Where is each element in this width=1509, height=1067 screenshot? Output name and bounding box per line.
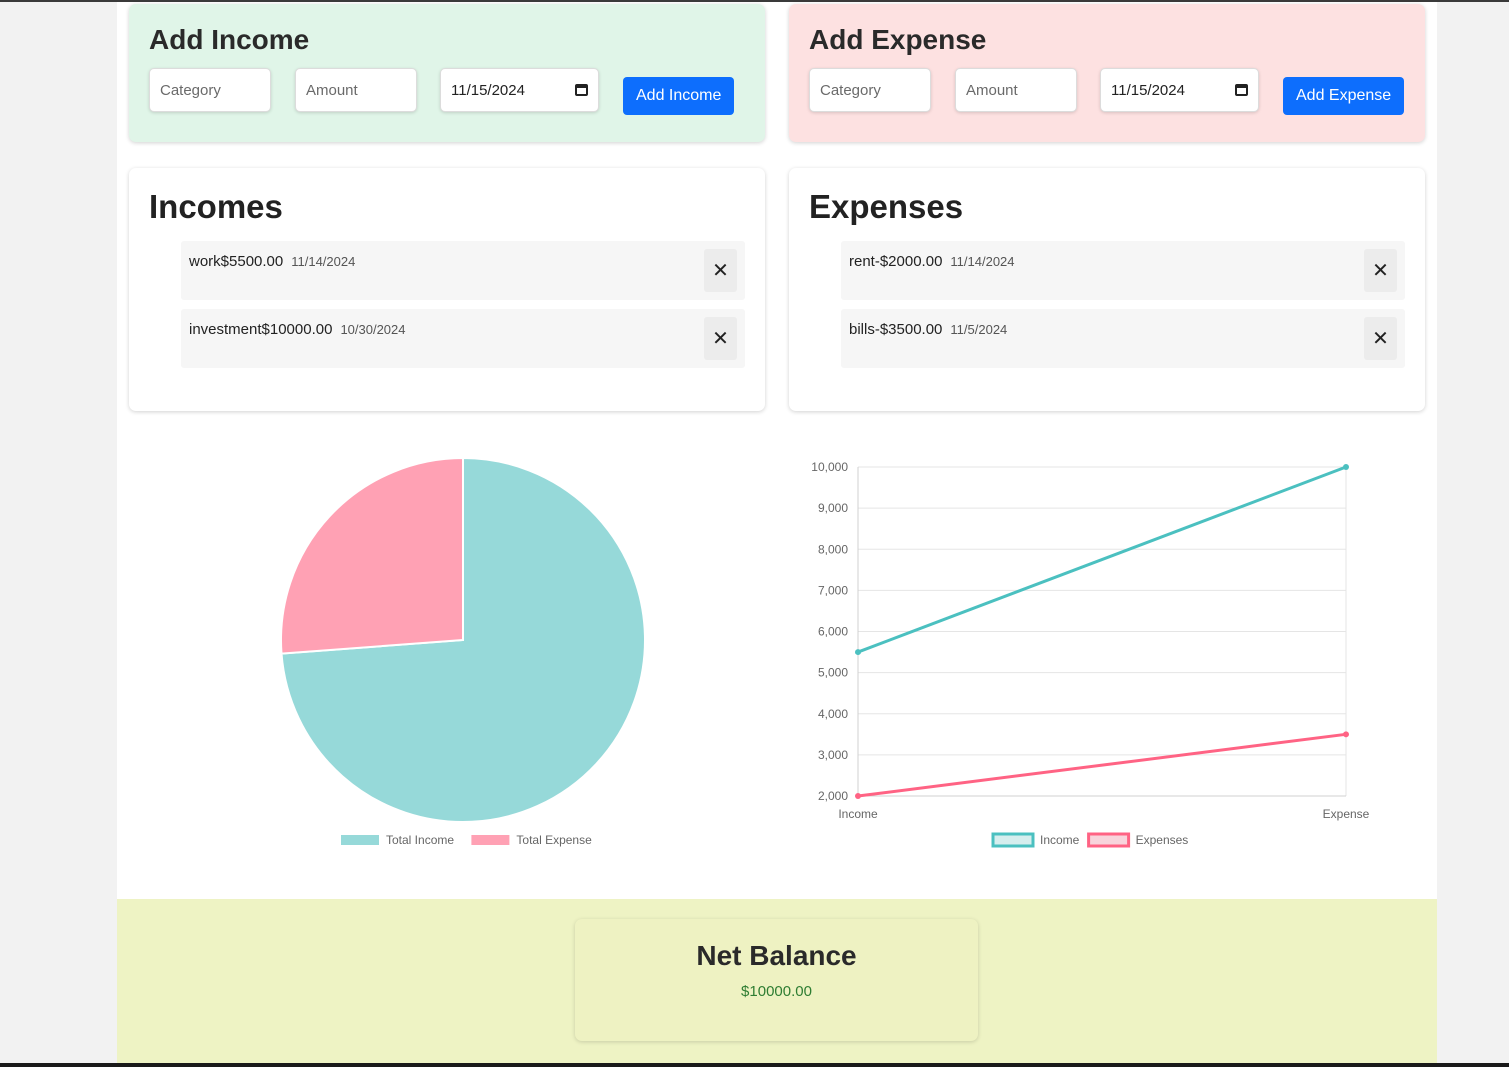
net-balance-title: Net Balance bbox=[696, 940, 857, 971]
net-balance-section: Net Balance $10000.00 bbox=[117, 899, 1437, 1063]
y-tick-label: 4,000 bbox=[818, 707, 848, 721]
line-chart-area: 2,000 3,000 4,000 5,000 6,000 7,000 8,000 9,000… bbox=[797, 449, 1387, 859]
x-tick-label: Expense bbox=[1323, 807, 1370, 821]
pie-chart-area: Total Income Total Expense bbox=[267, 449, 667, 859]
expense-list-item: bills-$3500.00 11/5/2024 ✕ bbox=[841, 309, 1405, 368]
add-income-title: Add Income bbox=[149, 24, 310, 55]
expenses-title: Expenses bbox=[809, 188, 964, 225]
y-tick-label: 3,000 bbox=[818, 748, 848, 762]
expense-amount-input[interactable] bbox=[955, 68, 1077, 112]
pie-legend-swatch bbox=[341, 835, 379, 845]
close-icon: ✕ bbox=[712, 260, 729, 282]
income-item-text: work$5500.00 bbox=[189, 253, 284, 270]
income-category-input[interactable] bbox=[149, 68, 271, 112]
y-tick-label: 7,000 bbox=[818, 583, 848, 597]
close-icon: ✕ bbox=[1372, 328, 1389, 350]
pie-legend-label: Total Income bbox=[386, 833, 454, 847]
expense-category-input[interactable] bbox=[809, 68, 931, 112]
close-icon: ✕ bbox=[1372, 260, 1389, 282]
add-income-button[interactable]: Add Income bbox=[623, 77, 735, 115]
income-date-value: 11/15/2024 bbox=[451, 81, 525, 99]
pie-slice-total-expense[interactable] bbox=[280, 456, 464, 655]
delete-expense-button[interactable]: ✕ bbox=[1364, 249, 1397, 292]
income-item-date: 11/14/2024 bbox=[291, 254, 356, 269]
incomes-title: Incomes bbox=[149, 188, 283, 225]
expense-item-text: bills-$3500.00 bbox=[849, 321, 943, 338]
expense-date-value: 11/15/2024 bbox=[1111, 81, 1185, 99]
line-series-income bbox=[857, 465, 1347, 654]
pie-legend-swatch bbox=[471, 835, 510, 845]
add-expense-button[interactable]: Add Expense bbox=[1283, 77, 1405, 115]
delete-income-button[interactable]: ✕ bbox=[704, 249, 737, 292]
y-tick-label: 8,000 bbox=[818, 542, 848, 556]
line-legend-label: Expenses bbox=[1136, 833, 1189, 847]
delete-income-button[interactable]: ✕ bbox=[704, 317, 737, 360]
calendar-icon[interactable] bbox=[1235, 84, 1248, 96]
line-chart: 2,000 3,000 4,000 5,000 6,000 7,000 8,000 9,000… bbox=[811, 460, 1370, 848]
line-series-expenses bbox=[857, 732, 1347, 798]
y-tick-label: 6,000 bbox=[818, 625, 848, 639]
net-balance-card: Net Balance $10000.00 bbox=[575, 919, 978, 1041]
line-legend-swatch bbox=[1087, 832, 1131, 848]
expense-item-date: 11/5/2024 bbox=[950, 322, 1008, 337]
x-tick-label: Income bbox=[838, 807, 878, 821]
line-legend-label: Income bbox=[1040, 833, 1080, 847]
net-balance-value: $10000.00 bbox=[741, 983, 812, 1000]
y-tick-label: 2,000 bbox=[818, 789, 848, 803]
page-container: Add Income 11/15/2024 Add Income Add Exp… bbox=[117, 2, 1437, 1063]
income-list-item: work$5500.00 11/14/2024 ✕ bbox=[181, 241, 745, 300]
line-point[interactable] bbox=[1343, 464, 1349, 470]
line-point[interactable] bbox=[1343, 731, 1349, 738]
expense-item-date: 11/14/2024 bbox=[950, 254, 1015, 269]
income-list-item: investment$10000.00 10/30/2024 ✕ bbox=[181, 309, 745, 368]
line-legend-swatch bbox=[991, 832, 1035, 848]
income-item-date: 10/30/2024 bbox=[340, 322, 406, 337]
expense-list-item: rent-$2000.00 11/14/2024 ✕ bbox=[841, 241, 1405, 300]
income-date-input[interactable]: 11/15/2024 bbox=[440, 68, 599, 112]
line-point[interactable] bbox=[855, 793, 861, 799]
add-income-card: Add Income 11/15/2024 Add Income bbox=[129, 4, 765, 142]
incomes-card: Incomes work$5500.00 11/14/2024 ✕ investm… bbox=[129, 168, 765, 411]
expense-date-input[interactable]: 11/15/2024 bbox=[1100, 68, 1259, 112]
line-point[interactable] bbox=[855, 649, 861, 656]
expense-item-text: rent-$2000.00 bbox=[849, 253, 943, 270]
window-bottom-border bbox=[0, 1063, 1509, 1067]
pie-legend-label: Total Expense bbox=[516, 833, 592, 847]
pie-chart: Total Income Total Expense bbox=[280, 456, 646, 847]
income-amount-input[interactable] bbox=[295, 68, 417, 112]
expenses-card: Expenses rent-$2000.00 11/14/2024 ✕ bills… bbox=[789, 168, 1425, 411]
add-expense-card: Add Expense 11/15/2024 Add Expense bbox=[789, 4, 1425, 142]
y-tick-label: 9,000 bbox=[818, 501, 848, 515]
y-tick-label: 10,000 bbox=[811, 460, 848, 474]
delete-expense-button[interactable]: ✕ bbox=[1364, 317, 1397, 360]
y-tick-label: 5,000 bbox=[818, 666, 848, 680]
close-icon: ✕ bbox=[712, 328, 729, 350]
income-item-text: investment$10000.00 bbox=[189, 321, 333, 338]
calendar-icon[interactable] bbox=[575, 84, 588, 96]
add-expense-title: Add Expense bbox=[809, 24, 987, 55]
